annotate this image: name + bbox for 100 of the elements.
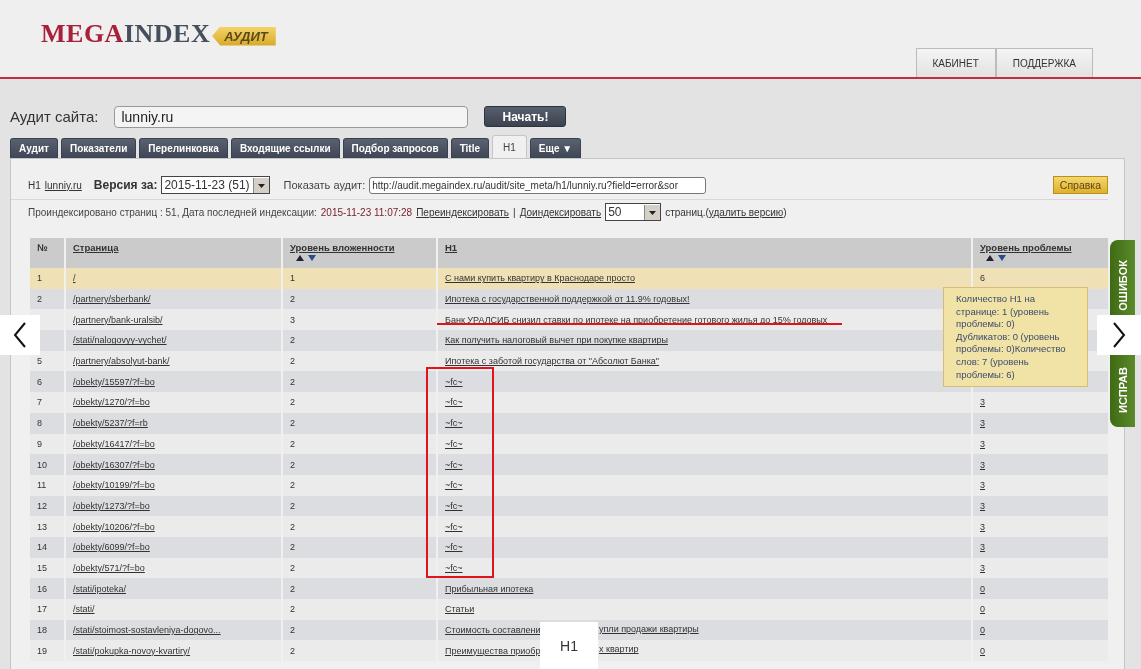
h1-link[interactable]: ~fc~ <box>445 418 463 429</box>
column-header: № <box>37 242 48 253</box>
page-link[interactable]: /stati/ <box>73 604 95 615</box>
audit-url-field[interactable]: http://audit.megaindex.ru/audit/site_meta/h1/lunniy.ru?field=error&sor <box>369 176 707 194</box>
page-link[interactable]: /obekty/1270/?f=bo <box>73 397 150 408</box>
row-number: 12 <box>37 500 47 511</box>
tab[interactable]: Еще ▼ <box>529 138 582 158</box>
h1-link[interactable]: ~fc~ <box>445 521 463 532</box>
problem-level-link[interactable]: 3 <box>980 459 985 470</box>
sort-down-icon[interactable] <box>308 255 316 261</box>
version-select[interactable]: 2015-11-23 (51) <box>161 176 270 194</box>
row-number: 8 <box>37 418 42 429</box>
problem-level-link[interactable]: 3 <box>980 521 985 532</box>
tab[interactable]: Подбор запросов <box>342 138 448 158</box>
page-link[interactable]: /obekty/5237/?f=rb <box>73 418 148 429</box>
add-index-link[interactable]: Доиндексировать <box>519 206 602 218</box>
column-header-link[interactable]: Страница <box>73 242 119 253</box>
problem-level-link[interactable]: 0 <box>980 604 985 615</box>
page-link[interactable]: /partnery/sberbank/ <box>73 294 151 305</box>
close-paren: ) <box>783 206 787 218</box>
page-link[interactable]: /obekty/15597/?f=bo <box>73 376 155 387</box>
page-link[interactable]: /stati/ipoteka/ <box>73 583 127 594</box>
depth-value: 2 <box>290 376 295 387</box>
problem-level-link[interactable]: 3 <box>980 480 985 491</box>
row-number: 1 <box>37 273 42 284</box>
pages-select[interactable]: 50 <box>605 203 662 221</box>
tab[interactable]: Title <box>450 138 489 158</box>
depth-value: 2 <box>290 294 295 305</box>
h1-link[interactable]: х квартир <box>599 644 639 655</box>
nav-button[interactable]: ПОДДЕРЖКА <box>995 48 1093 77</box>
page-link[interactable]: /obekty/6099/?f=bo <box>73 542 150 553</box>
page-link[interactable]: / <box>73 273 76 284</box>
h1-link[interactable]: ~fc~ <box>445 500 463 511</box>
column-header-link[interactable]: H1 <box>445 242 458 253</box>
problem-level-link[interactable]: 0 <box>980 645 985 656</box>
h1-link[interactable]: ~fc~ <box>445 562 463 573</box>
h1-link[interactable]: Прибыльная ипотека <box>445 583 534 594</box>
caption-overlay: H1 <box>540 622 598 669</box>
reindex-link[interactable]: Переиндексировать <box>416 206 510 218</box>
site-input[interactable]: lunniy.ru <box>114 105 469 128</box>
row-number: 19 <box>37 645 47 656</box>
h1-link[interactable]: С нами купить квартиру в Краснодаре просто <box>445 273 635 284</box>
h1-link[interactable]: ~fc~ <box>445 459 463 470</box>
problem-level-link[interactable]: 3 <box>980 562 985 573</box>
h1-link[interactable]: ~fc~ <box>445 376 463 387</box>
depth-value: 2 <box>290 356 295 367</box>
row-number: 18 <box>37 625 47 636</box>
h1-link[interactable]: упли продажи квартиры <box>599 623 699 634</box>
sort-down-icon[interactable] <box>998 255 1006 261</box>
problem-level-link[interactable]: 3 <box>980 438 985 449</box>
sort-up-icon[interactable] <box>296 255 304 261</box>
start-button[interactable]: Начать! <box>484 106 567 127</box>
h1-link[interactable]: ~fc~ <box>445 438 463 449</box>
depth-value: 2 <box>290 625 295 636</box>
h1-link[interactable]: Стоимость составлени <box>445 625 541 636</box>
tab[interactable]: Аудит <box>10 138 58 158</box>
problem-level: 6 <box>980 273 985 284</box>
help-button[interactable]: Справка <box>1052 176 1108 194</box>
problem-level-link[interactable]: 0 <box>980 625 985 636</box>
tab[interactable]: Входящие ссылки <box>230 138 340 158</box>
depth-value: 2 <box>290 480 295 491</box>
tab[interactable]: Перелинковка <box>139 138 228 158</box>
row-number: 17 <box>37 604 47 615</box>
h1-link[interactable]: ~fc~ <box>445 542 463 553</box>
tab[interactable]: Показатели <box>60 138 137 158</box>
depth-value: 3 <box>290 314 295 325</box>
depth-value: 2 <box>290 418 295 429</box>
depth-value: 2 <box>290 604 295 615</box>
chevron-left-icon[interactable] <box>13 322 27 348</box>
site-link[interactable]: lunniy.ru <box>44 179 82 191</box>
depth-value: 2 <box>290 645 295 656</box>
page-link[interactable]: /obekty/1273/?f=bo <box>73 500 150 511</box>
problem-level-link[interactable]: 3 <box>980 397 985 408</box>
chevron-right-icon[interactable] <box>1112 322 1126 348</box>
row-number: 16 <box>37 583 47 594</box>
problem-level-link[interactable]: 3 <box>980 500 985 511</box>
nav-button[interactable]: КАБИНЕТ <box>915 48 996 77</box>
pages-label: страниц.( <box>665 206 709 218</box>
page-link[interactable]: /obekty/10206/?f=bo <box>73 521 155 532</box>
page-link[interactable]: /obekty/16417/?f=bo <box>73 438 155 449</box>
problem-level-link[interactable]: 0 <box>980 583 985 594</box>
logo-wordmark: MEGAINDEX <box>41 19 211 49</box>
previous-button[interactable] <box>0 315 40 355</box>
problem-level-link[interactable]: 3 <box>980 542 985 553</box>
h1-link[interactable]: ~fc~ <box>445 397 463 408</box>
depth-value: 2 <box>290 438 295 449</box>
page-link[interactable]: /obekty/16307/?f=bo <box>73 459 155 470</box>
tab[interactable]: H1 <box>492 135 527 158</box>
page-link[interactable]: /obekty/571/?f=bo <box>73 562 145 573</box>
depth-value: 1 <box>290 273 295 284</box>
problem-level-link[interactable]: 3 <box>980 418 985 429</box>
next-button[interactable] <box>1097 315 1141 355</box>
h1-link[interactable]: ~fc~ <box>445 480 463 491</box>
sort-up-icon[interactable] <box>986 255 994 261</box>
h1-link[interactable]: Статьи <box>445 604 475 615</box>
logo-badge: АУДИТ <box>212 26 276 46</box>
page-link[interactable]: /obekty/10199/?f=bo <box>73 480 155 491</box>
depth-value: 2 <box>290 397 295 408</box>
h1-link[interactable]: Преимущества приобр <box>445 645 541 656</box>
tooltip: Количество H1 на странице: 1 (уровень проблемы: 0) Дубликатов: 0 (уровень проблемы: 0)Количество слов: 7 (уровень проблемы: 6) <box>943 287 1088 388</box>
